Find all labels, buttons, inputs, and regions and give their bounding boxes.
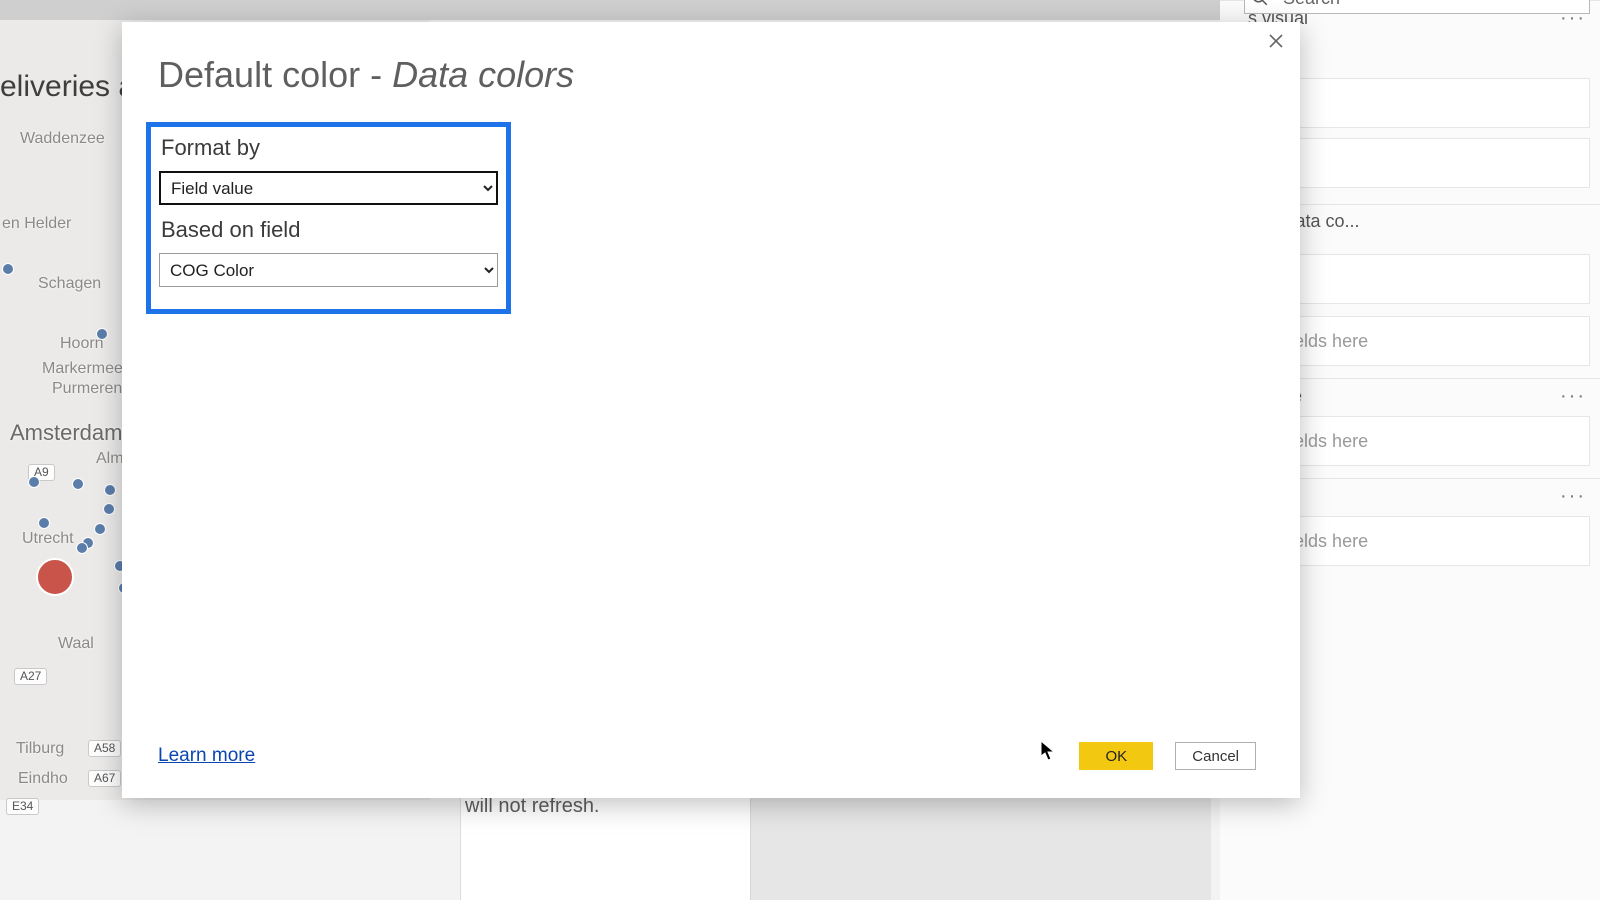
map-marker-large: [36, 558, 74, 596]
conditional-formatting-dialog: Default color - Data colors Format by Fi…: [122, 22, 1300, 798]
map-label: Amsterdam: [10, 420, 122, 446]
map-label: Waal: [58, 635, 94, 653]
cancel-button[interactable]: Cancel: [1175, 742, 1256, 770]
dialog-title: Default color - Data colors: [158, 54, 574, 96]
format-by-label: Format by: [161, 135, 498, 161]
more-icon[interactable]: ···: [1560, 485, 1590, 508]
map-label: Tilburg: [16, 740, 64, 758]
close-button[interactable]: [1266, 32, 1286, 52]
map-label: en Helder: [2, 215, 71, 233]
search-placeholder: Search: [1283, 0, 1340, 9]
map-label: Alm: [96, 450, 124, 468]
learn-more-link[interactable]: Learn more: [158, 745, 255, 767]
bottom-text-fragment: will not refresh.: [465, 795, 600, 818]
map-label: Eindho: [18, 770, 68, 788]
ok-button[interactable]: OK: [1079, 742, 1153, 770]
more-icon[interactable]: ···: [1560, 385, 1590, 408]
map-label: Markermeer: [42, 360, 128, 378]
road-badge: A58: [88, 740, 121, 757]
road-badge: E34: [6, 798, 39, 815]
road-badge: A27: [14, 668, 47, 685]
map-label: Utrecht: [22, 530, 74, 548]
map-label: Purmerend: [52, 380, 131, 398]
based-on-field-label: Based on field: [161, 217, 498, 243]
map-label: Waddenzee: [20, 130, 105, 148]
highlighted-region: Format by Field value Based on field COG…: [146, 122, 511, 314]
format-by-select[interactable]: Field value: [159, 171, 498, 205]
map-label: Schagen: [38, 275, 101, 293]
close-icon: [1268, 33, 1284, 49]
search-input[interactable]: Search: [1244, 0, 1590, 14]
search-icon: [1251, 0, 1269, 7]
based-on-field-select[interactable]: COG Color: [159, 253, 498, 287]
road-badge: A67: [88, 770, 121, 787]
